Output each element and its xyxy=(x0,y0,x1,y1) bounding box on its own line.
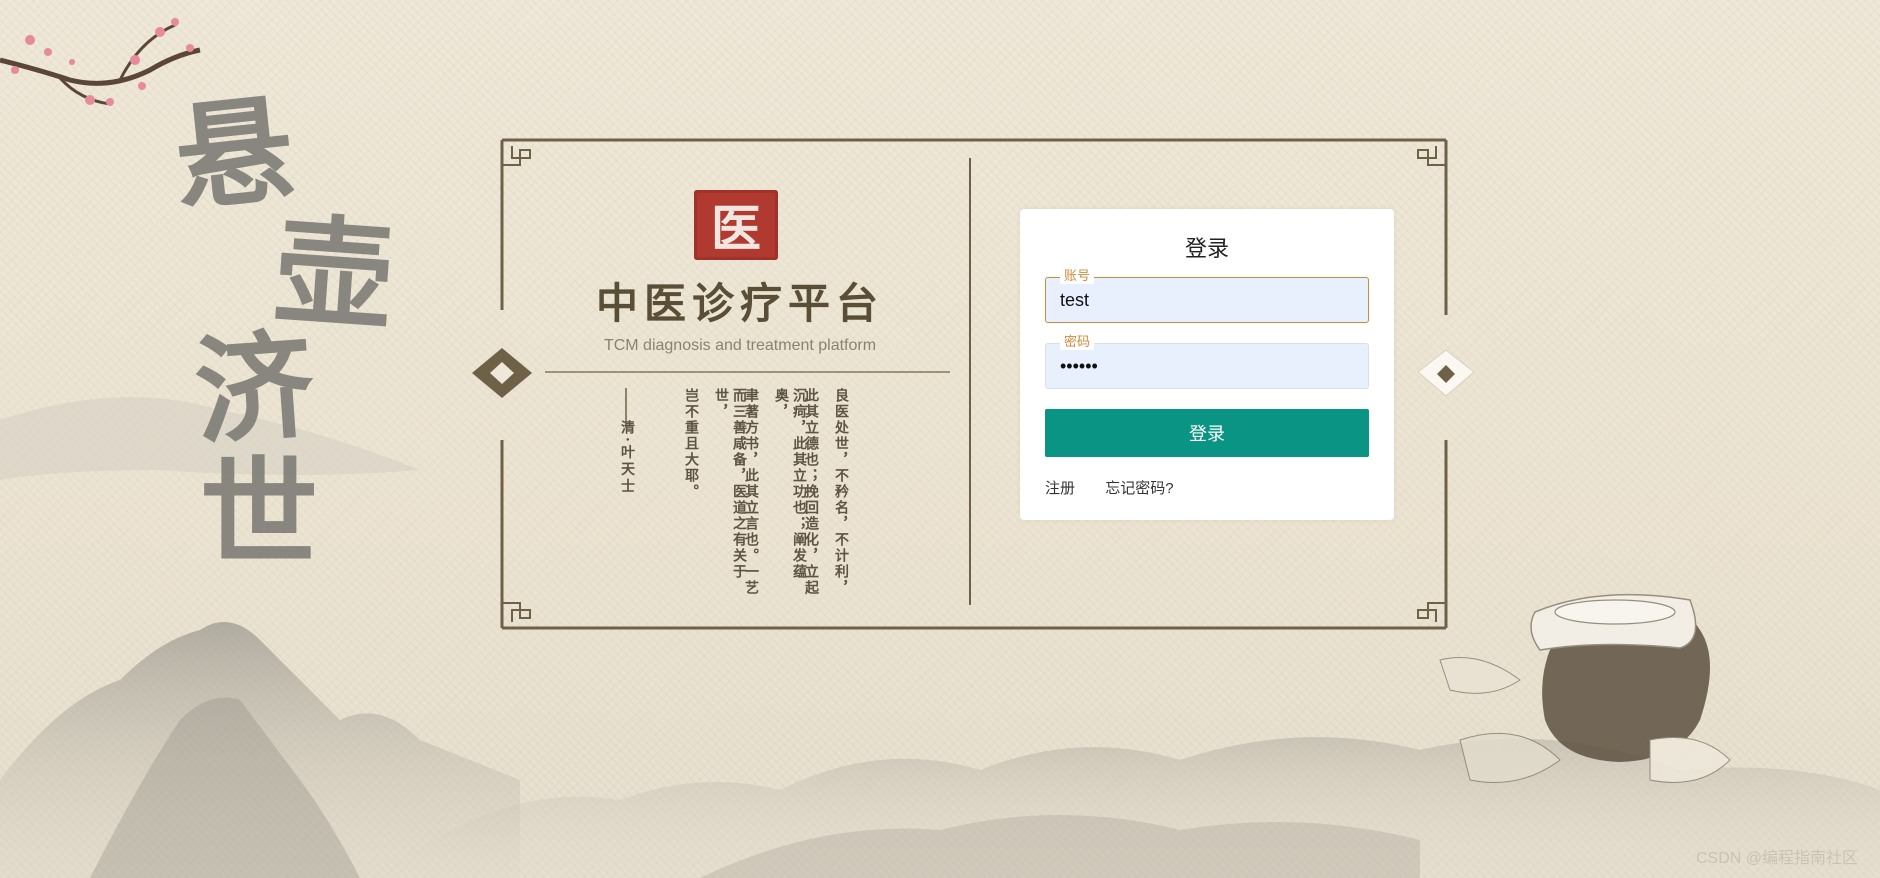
poem-column: 而三善咸备，医道之有关于世， xyxy=(713,388,747,580)
password-field[interactable]: 密码 xyxy=(1045,334,1369,389)
platform-title: 中医诊疗平台 xyxy=(595,279,884,328)
watermark: CSDN @编程指南社区 xyxy=(1695,850,1858,867)
diamond-ornament-right xyxy=(1417,349,1475,397)
account-label: 账号 xyxy=(1060,268,1095,284)
password-label: 密码 xyxy=(1060,334,1095,350)
account-field[interactable]: 账号 xyxy=(1045,268,1369,323)
password-input[interactable] xyxy=(1046,344,1368,388)
medicine-seal-logo: 医 xyxy=(694,190,778,260)
poem-author: 清·叶天士 xyxy=(619,420,635,496)
poem-column: 岂不重且大耶。 xyxy=(683,388,699,500)
forgot-password-link[interactable]: 忘记密码? xyxy=(1105,480,1173,497)
platform-subtitle: TCM diagnosis and treatment platform xyxy=(603,337,877,354)
login-card: 登录 账号 密码 登录 注册 忘记密码? xyxy=(1020,209,1394,520)
login-links: 注册 忘记密码? xyxy=(1045,477,1200,498)
account-input[interactable] xyxy=(1046,278,1368,322)
login-title: 登录 xyxy=(1184,236,1229,261)
decorative-frame xyxy=(472,138,1475,630)
register-link[interactable]: 注册 xyxy=(1045,480,1075,497)
diamond-ornament-left xyxy=(472,348,532,398)
poem-text: 良医处世，不矜名，不计利， 此其立德也；挽回造化，立起 沉疴，此其立功也；阐发蕴… xyxy=(680,388,860,608)
poem-column: 良医处世，不矜名，不计利， xyxy=(833,388,849,596)
login-button[interactable]: 登录 xyxy=(1045,409,1369,457)
poem-column: 沉疴，此其立功也；阐发蕴奥， xyxy=(773,388,807,580)
